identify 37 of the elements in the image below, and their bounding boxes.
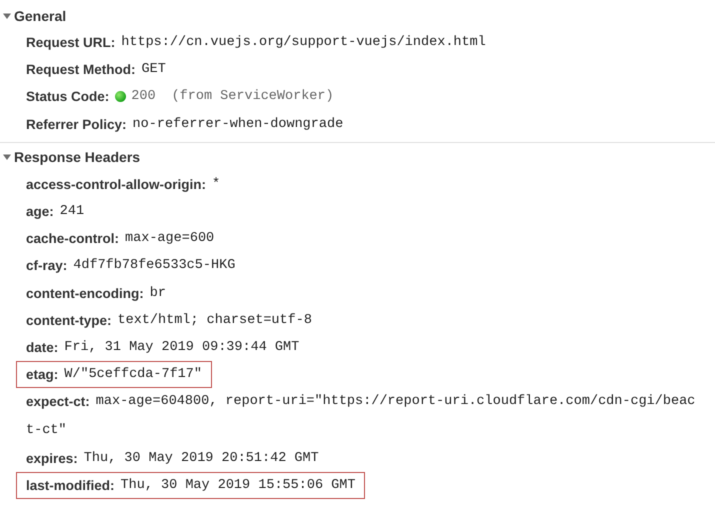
header-name: Referrer Policy: [26, 116, 127, 132]
header-name: expires: [26, 450, 78, 466]
header-value: Fri, 31 May 2019 09:39:44 GMT [64, 340, 300, 355]
header-name: cf-ray: [26, 258, 68, 274]
header-value: 241 [60, 204, 84, 220]
collapse-triangle-icon[interactable] [3, 153, 11, 162]
header-name: cache-control: [26, 231, 120, 246]
status-note: (from ServiceWorker) [172, 89, 334, 104]
collapse-triangle-icon[interactable] [3, 12, 11, 20]
header-name: date: [26, 340, 58, 355]
section-title[interactable]: General [14, 8, 66, 24]
header-name: age: [26, 204, 54, 220]
header-value: https://cn.vuejs.org/support-vuejs/index.html [121, 35, 486, 50]
header-value: no-referrer-when-downgrade [132, 116, 344, 132]
header-value: W/"5ceffcda-7f17" [64, 367, 202, 382]
header-name: Request Method: [26, 62, 136, 78]
header-value: GET [142, 62, 166, 78]
header-name: access-control-allow-origin: [26, 176, 206, 192]
header-name: etag: [26, 367, 58, 382]
header-value: Thu, 30 May 2019 15:55:06 GMT [120, 478, 356, 494]
header-name: content-type: [26, 312, 112, 328]
status-code: 200 [131, 89, 156, 104]
section-title[interactable]: Response Headers [14, 149, 140, 166]
header-name: expect-ct: [26, 394, 90, 410]
header-name: last-modified: [26, 478, 115, 494]
header-value: 4df7fb78fe6533c5-HKG [73, 258, 236, 274]
header-value: text/html; charset=utf-8 [118, 312, 312, 328]
header-name: Request URL: [26, 35, 116, 50]
header-name: content-encoding: [26, 286, 144, 301]
header-name: Status Code: [26, 89, 110, 104]
header-value: max-age=604800, report-uri="https://report-uri.cloudflare.com/cdn-cgi/beac [96, 394, 696, 410]
header-value: t-ct" [26, 422, 68, 440]
header-value: br [150, 286, 166, 301]
header-value: max-age=600 [125, 231, 214, 246]
header-value: Thu, 30 May 2019 20:51:42 GMT [84, 450, 319, 466]
status-dot-icon [115, 91, 126, 102]
header-value: * [212, 176, 220, 192]
